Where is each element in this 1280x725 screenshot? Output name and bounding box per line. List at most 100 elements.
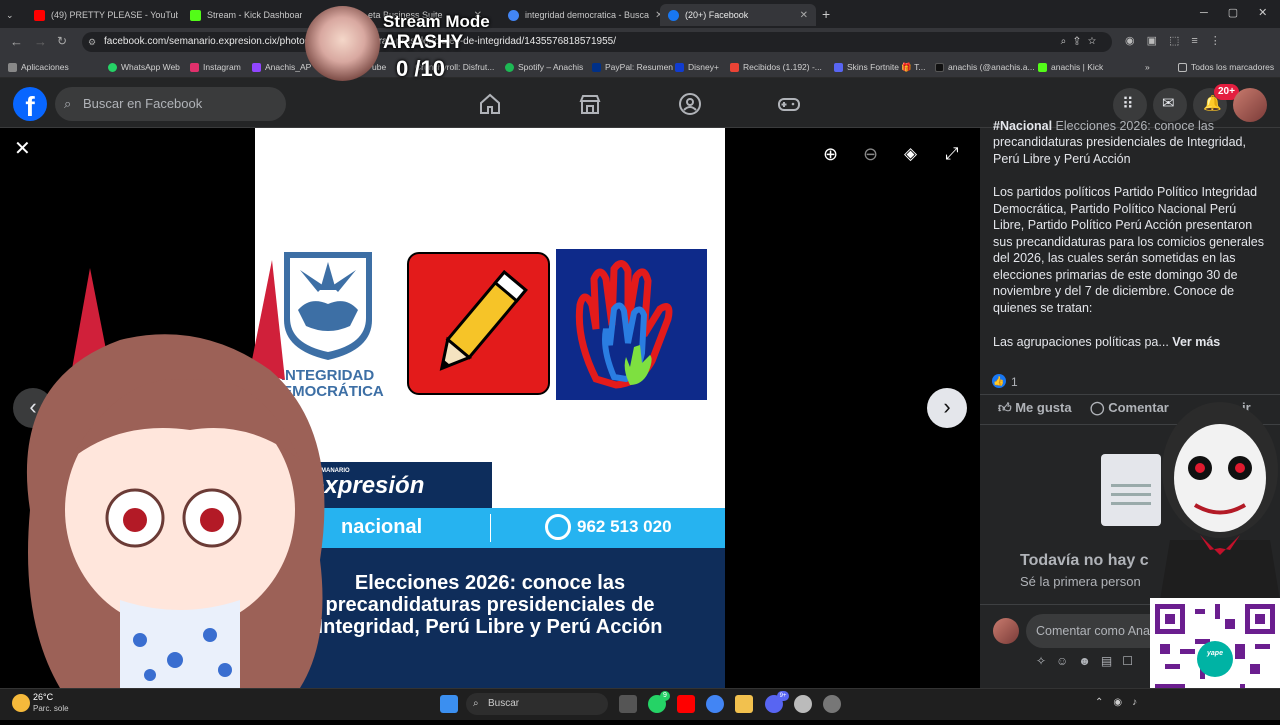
see-more-link[interactable]: Ver más <box>1172 335 1220 349</box>
next-photo-button[interactable]: › <box>927 388 967 428</box>
qr-label: yape <box>1207 650 1223 657</box>
fullscreen-icon[interactable]: ⤢ <box>945 144 969 168</box>
search-input[interactable]: ⌕ Buscar en Facebook <box>55 87 286 121</box>
tab-list-button[interactable]: ⌄ <box>0 4 24 26</box>
system-tray[interactable]: ⌃◉♪ <box>1095 697 1147 708</box>
pencil-icon <box>439 269 528 371</box>
tab-title: Stream - Kick Dashboard <box>207 10 302 20</box>
messenger-button[interactable]: ✉ <box>1153 88 1187 122</box>
bookmark-gmail[interactable]: Recibidos (1.192) -... <box>730 60 822 74</box>
tab-title: integridad democratica - Busca <box>525 10 650 20</box>
window-controls[interactable]: ─▢✕ <box>1200 6 1280 19</box>
zoom-out-icon[interactable]: ⊖ <box>863 144 887 168</box>
tiktok-icon <box>935 62 944 72</box>
tab-facebook[interactable]: (20+) Facebook ✕ <box>660 4 816 26</box>
bookmark-apps[interactable]: Aplicaciones <box>8 60 69 74</box>
tab-kick[interactable]: Stream - Kick Dashboard <box>182 4 302 26</box>
back-icon[interactable]: ← <box>10 34 23 49</box>
bookmark-paypal[interactable]: PayPal: Resumen <box>592 60 673 74</box>
bookmark-kick[interactable]: anachis | Kick <box>1038 60 1103 74</box>
tab-google-search[interactable]: integridad democratica - Busca ✕ <box>500 4 660 26</box>
whatsapp-icon <box>545 514 571 540</box>
peru-libre-logo <box>407 252 550 395</box>
menu-button[interactable]: ⠿ <box>1113 88 1147 122</box>
reload-icon[interactable]: ↻ <box>57 34 67 48</box>
messenger-icon: ✉ <box>1162 95 1175 112</box>
post-top-line: #Nacional Elecciones 2026: conoce las <box>993 119 1214 133</box>
post-intro: precandidaturas presidenciales de Integr… <box>993 135 1246 166</box>
avatar <box>993 618 1019 644</box>
obs-icon[interactable] <box>823 695 841 713</box>
bookmark-instagram[interactable]: Instagram <box>190 60 241 74</box>
folder-icon[interactable] <box>735 695 753 713</box>
taskbar-search[interactable]: ⌕ Buscar <box>466 693 608 715</box>
hands-icon <box>575 260 673 389</box>
bookmark-fortnite[interactable]: Skins Fortnite 🎁 T... <box>834 60 925 74</box>
reaction-count[interactable]: 1 <box>1011 375 1018 389</box>
tab-youtube[interactable]: (49) PRETTY PLEASE - YouTube ✕ <box>26 4 178 26</box>
tab-title: (49) PRETTY PLEASE - YouTube <box>51 10 178 20</box>
weather-icon <box>12 694 30 712</box>
youtube-icon <box>34 9 45 21</box>
discord-badge: 9+ <box>777 691 789 701</box>
avatar[interactable] <box>1233 88 1267 122</box>
whatsapp-badge: 9 <box>660 691 670 701</box>
address-bar[interactable]: ⚙ facebook.com/semanario.expresion.cix/p… <box>82 32 1112 52</box>
comment-tools[interactable]: ✧☺☻▤☐ <box>1036 654 1143 668</box>
vtuber-character <box>26 260 325 688</box>
search-icon: ⌕ <box>64 96 72 111</box>
omnibox-actions[interactable]: ⌕⇪☆ <box>1061 32 1104 52</box>
bookmark-disney[interactable]: Disney+ <box>675 60 719 74</box>
windows-start-icon[interactable] <box>440 695 458 713</box>
apps-icon <box>8 62 17 72</box>
new-tab-button[interactable]: + <box>822 6 830 22</box>
bookmarks-overflow[interactable]: » <box>1145 60 1150 74</box>
chevron-down-icon: ⌄ <box>6 9 14 20</box>
weather-temp: 26°C <box>33 692 54 702</box>
home-icon[interactable] <box>478 92 502 116</box>
divider <box>490 514 491 542</box>
bookmark-icon <box>252 62 261 72</box>
comment-icon: ◯ <box>1090 400 1105 415</box>
illustrator-icon[interactable] <box>677 695 695 713</box>
tag-icon[interactable]: ◈ <box>904 144 928 168</box>
no-comments-title: Todavía no hay c <box>1020 552 1149 569</box>
weather-desc: Parc. sole <box>33 704 69 713</box>
google-icon <box>508 9 519 21</box>
app-icon[interactable] <box>794 695 812 713</box>
gaming-icon[interactable] <box>777 92 801 116</box>
close-viewer-button[interactable]: ✕ <box>14 136 31 161</box>
peru-accion-logo <box>556 249 707 400</box>
bookmark-whatsapp[interactable]: WhatsApp Web <box>108 60 180 74</box>
forward-icon[interactable]: → <box>34 34 47 49</box>
taskbar <box>0 688 1280 720</box>
facebook-icon <box>668 9 679 21</box>
paypal-icon <box>592 62 601 72</box>
extensions-area[interactable]: ◉▣⬚≡⋮ <box>1125 34 1275 50</box>
close-icon[interactable]: ✕ <box>800 10 808 21</box>
chrome-icon[interactable] <box>706 695 724 713</box>
kick-icon <box>190 9 201 21</box>
bookmark-all[interactable]: Todos los marcadores <box>1178 60 1274 74</box>
bookmark-anachis[interactable]: Anachis_AP <box>252 60 311 74</box>
phone-number: 962 513 020 <box>577 517 672 536</box>
facebook-logo[interactable]: f <box>13 87 47 122</box>
bookmark-tiktok[interactable]: anachis (@anachis.a... <box>935 60 1035 74</box>
tab-strip: ⌄ (49) PRETTY PLEASE - YouTube ✕ Stream … <box>0 0 1280 28</box>
like-button[interactable]: 👍︎ Me gusta <box>998 400 1072 416</box>
streamer-avatar <box>305 6 380 81</box>
instagram-icon <box>190 62 199 72</box>
stream-name: ARASHY <box>383 32 464 53</box>
whatsapp-icon <box>108 62 117 72</box>
bookmark-icon <box>834 62 843 72</box>
groups-icon[interactable] <box>678 92 702 116</box>
bookmarks-bar: Aplicaciones WhatsApp Web Instagram Anac… <box>0 56 1280 78</box>
marketplace-icon[interactable] <box>578 92 602 116</box>
stream-score: 0 /10 <box>396 56 445 81</box>
like-reaction-icon: 👍 <box>992 374 1006 388</box>
bookmark-spotify[interactable]: Spotify – Anachis <box>505 60 583 74</box>
task-view-icon[interactable] <box>619 695 637 713</box>
grid-icon: ⠿ <box>1122 96 1134 113</box>
site-info-icon[interactable]: ⚙ <box>88 32 96 52</box>
zoom-in-icon[interactable]: ⊕ <box>823 144 847 168</box>
